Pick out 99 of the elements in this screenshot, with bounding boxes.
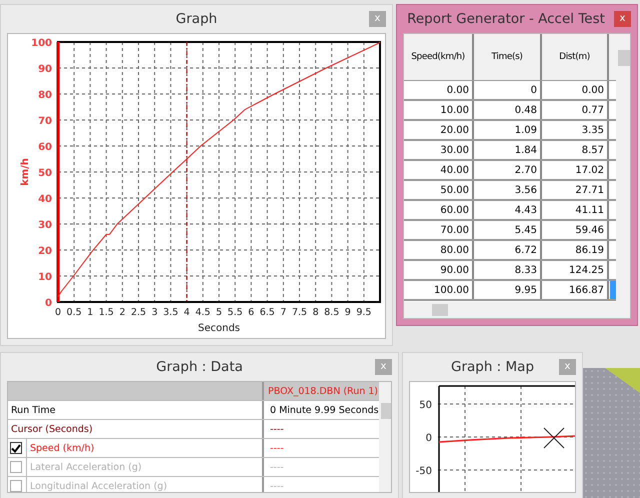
table-cell: 8.33 <box>474 261 542 279</box>
vertical-scrollbar[interactable] <box>378 382 391 492</box>
column-header[interactable]: Time(s) <box>474 34 542 80</box>
close-button[interactable]: x <box>614 11 631 27</box>
cursor-line[interactable] <box>186 42 188 302</box>
y-tick-label: 70 <box>38 116 52 127</box>
column-header[interactable]: Dist(m) <box>542 34 609 80</box>
channel-checkbox[interactable] <box>10 442 22 454</box>
y-tick-label: 0 <box>45 298 52 309</box>
x-tick-label: 0 <box>54 307 62 318</box>
close-button[interactable]: x <box>369 11 386 27</box>
table-cell: 50.00 <box>404 181 474 199</box>
table-cell: 17.02 <box>542 161 609 179</box>
table-cell: 124.25 <box>542 261 609 279</box>
table-cell: 27.71 <box>542 181 609 199</box>
x-tick-label: 2 <box>119 307 126 318</box>
row-value: ---- <box>269 480 284 492</box>
row-value: ---- <box>269 462 284 472</box>
row-value: 0 Minute 9.99 Seconds <box>269 404 379 416</box>
y-tick-label: 50 <box>38 168 52 179</box>
table-cell: 0.48 <box>474 101 542 119</box>
table-cell: 59.46 <box>542 221 609 239</box>
table-cell: 1.84 <box>474 141 542 159</box>
table-cell: 60.00 <box>404 201 474 219</box>
vertical-scrollbar[interactable] <box>616 34 630 302</box>
table-cell: 86.19 <box>542 241 609 259</box>
table-cell: 0.00 <box>404 81 474 99</box>
row-label: Speed (km/h) <box>29 442 94 454</box>
channel-checkbox[interactable] <box>10 480 22 492</box>
table-cell: 90.00 <box>404 261 474 279</box>
x-tick-label: 9 <box>344 307 351 318</box>
window-title: Graph <box>176 11 218 27</box>
table-cell: 30.00 <box>404 141 474 159</box>
y-tick-label: 30 <box>38 220 52 231</box>
y-tick-label: 20 <box>38 246 52 257</box>
x-tick-label: 2.5 <box>130 307 146 318</box>
position-cross-icon <box>544 428 564 448</box>
channel-checkbox[interactable] <box>10 461 22 473</box>
close-button[interactable]: x <box>559 359 576 375</box>
horizontal-scrollbar[interactable] <box>404 302 630 318</box>
table-cell: 6.72 <box>474 241 542 259</box>
table-cell: 4.43 <box>474 201 542 219</box>
window-title: Report Generator - Accel Test <box>407 11 605 27</box>
y-tick-label: 10 <box>38 272 52 283</box>
window-title: Graph : Map <box>450 359 534 375</box>
window-title: Graph : Data <box>156 359 243 375</box>
table-cell: 0.77 <box>542 101 609 119</box>
row-value: ---- <box>269 424 284 434</box>
column-header[interactable]: Speed(km/h) <box>404 34 474 80</box>
x-tick-label: 8 <box>312 307 319 318</box>
table-cell: 70.00 <box>404 221 474 239</box>
x-tick-label: 0.5 <box>66 307 82 318</box>
table-cell: 8.57 <box>542 141 609 159</box>
row-label: Lateral Acceleration (g) <box>29 462 142 472</box>
y-tick-label: 90 <box>38 64 52 75</box>
x-tick-label: 3.5 <box>163 307 178 318</box>
x-axis-title: Seconds <box>198 323 240 334</box>
y-tick-label: 50 <box>419 400 432 411</box>
table-cell: 3.35 <box>542 121 609 139</box>
row-value: ---- <box>269 442 284 454</box>
row-label: Longitudinal Acceleration (g) <box>29 480 168 492</box>
x-tick-label: 6.5 <box>260 307 275 318</box>
x-tick-label: 1.5 <box>98 307 114 318</box>
x-tick-label: 7.5 <box>292 307 308 318</box>
row-label: Run Time <box>10 404 56 416</box>
table-cell: 5.45 <box>474 221 542 239</box>
table-cell: 3.56 <box>474 181 542 199</box>
x-tick-label: 1 <box>87 307 94 318</box>
table-cell: 0.00 <box>542 81 609 99</box>
y-tick-label: 100 <box>31 38 52 49</box>
table-cell: 0 <box>474 81 542 99</box>
x-tick-label: 6 <box>248 307 254 318</box>
y-tick-label: -50 <box>416 466 432 477</box>
y-tick-label: 60 <box>38 142 52 153</box>
y-tick-label: 40 <box>38 194 52 205</box>
x-tick-label: 3 <box>152 307 158 318</box>
close-button[interactable]: x <box>375 359 392 375</box>
y-axis-title: km/h <box>20 158 31 186</box>
x-tick-label: 8.5 <box>324 307 340 318</box>
x-tick-label: 4.5 <box>195 307 210 318</box>
table-cell: 2.70 <box>474 161 542 179</box>
x-tick-label: 5 <box>216 307 222 318</box>
table-cell: 10.00 <box>404 101 474 119</box>
run-column-header: PBOX_018.DBN (Run 1) <box>267 386 378 396</box>
y-tick-label: 0 <box>426 433 432 444</box>
y-tick-label: 80 <box>38 90 52 101</box>
x-tick-label: 4 <box>184 307 190 318</box>
table-cell: 1.09 <box>474 121 542 139</box>
table-cell: 9.95 <box>474 281 542 299</box>
table-cell: 20.00 <box>404 121 474 139</box>
row-label: Cursor (Seconds) <box>10 424 93 434</box>
x-tick-label: 7 <box>280 307 286 318</box>
table-cell: 41.11 <box>542 201 609 219</box>
table-cell: 100.00 <box>404 281 474 299</box>
x-tick-label: 9.5 <box>356 307 372 318</box>
table-cell: 40.00 <box>404 161 474 179</box>
table-cell: 80.00 <box>404 241 474 259</box>
x-tick-label: 5.5 <box>228 307 243 318</box>
row-marker-icon <box>610 281 616 299</box>
